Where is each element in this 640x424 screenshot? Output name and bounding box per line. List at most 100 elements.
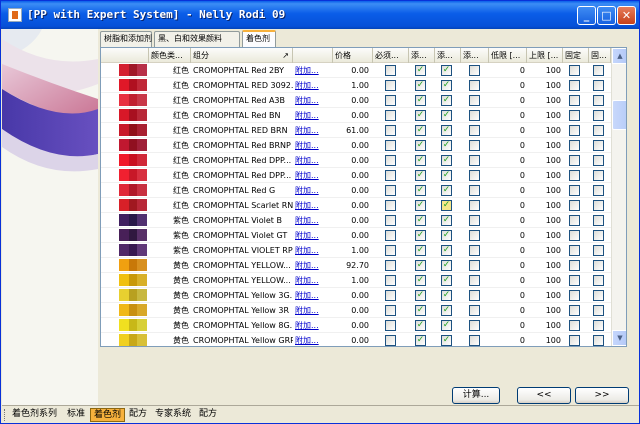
checkbox-fixed[interactable] xyxy=(569,140,580,151)
checkbox-fixed2[interactable] xyxy=(593,95,604,106)
checkbox-required[interactable] xyxy=(385,260,396,271)
checkbox-required[interactable] xyxy=(385,140,396,151)
table-row[interactable]: 黄色 CROMOPHTAL YELLOW... 附加... 1.00 ✓ ✓ 0 100 xyxy=(101,273,611,288)
checkbox-add3[interactable] xyxy=(469,185,480,196)
scroll-thumb[interactable] xyxy=(612,100,626,130)
checkbox-fixed2[interactable] xyxy=(593,290,604,301)
checkbox-add1[interactable]: ✓ xyxy=(415,275,426,286)
checkbox-add2[interactable]: ✓ xyxy=(441,95,452,106)
checkbox-add1[interactable]: ✓ xyxy=(415,230,426,241)
scroll-down-icon[interactable]: ▼ xyxy=(612,330,626,346)
tab-resins[interactable]: 树脂和添加剂 xyxy=(100,31,152,47)
table-row[interactable]: 黄色 CROMOPHTAL Yellow 3R 附加... 0.00 ✓ ✓ 0 100 xyxy=(101,303,611,318)
nav-formula-2[interactable]: 配方 xyxy=(196,408,220,422)
table-row[interactable]: 紫色 CROMOPHTAL Violet GT 附加... 0.00 ✓ ✓ 0 100 xyxy=(101,228,611,243)
tab-colorants[interactable]: 着色剂 xyxy=(242,30,276,47)
cell-attach-link[interactable]: 附加... xyxy=(295,213,331,228)
checkbox-required[interactable] xyxy=(385,305,396,316)
checkbox-add2[interactable]: ✓ xyxy=(441,215,452,226)
checkbox-add3[interactable] xyxy=(469,245,480,256)
vertical-scrollbar[interactable]: ▲ ▼ xyxy=(611,48,626,346)
column-header-high-limit[interactable]: 上限 [... xyxy=(527,48,563,63)
cell-attach-link[interactable]: 附加... xyxy=(295,153,331,168)
checkbox-fixed2[interactable] xyxy=(593,335,604,346)
table-row[interactable]: 黄色 CROMOPHTAL Yellow 3G... 附加... 0.00 ✓ ✓ 0 100 xyxy=(101,288,611,303)
checkbox-add1[interactable]: ✓ xyxy=(415,125,426,136)
table-row[interactable]: 红色 CROMOPHTAL Red DPP... 附加... 0.00 ✓ ✓ 0 100 xyxy=(101,168,611,183)
checkbox-fixed2[interactable] xyxy=(593,170,604,181)
checkbox-add2[interactable]: ✓ xyxy=(441,185,452,196)
column-header-add1[interactable]: 添... xyxy=(409,48,435,63)
checkbox-fixed[interactable] xyxy=(569,110,580,121)
tab-pigments[interactable]: 黑、白和效果颜料 xyxy=(154,31,240,47)
checkbox-required[interactable] xyxy=(385,170,396,181)
cell-attach-link[interactable]: 附加... xyxy=(295,93,331,108)
checkbox-required[interactable] xyxy=(385,155,396,166)
checkbox-add2[interactable]: ✓ xyxy=(441,65,452,76)
scroll-up-icon[interactable]: ▲ xyxy=(612,48,626,64)
checkbox-add3[interactable] xyxy=(469,140,480,151)
checkbox-add1[interactable]: ✓ xyxy=(415,215,426,226)
column-header-color-type[interactable]: 颜色类... xyxy=(149,48,191,63)
column-header-component[interactable]: 组分 ↗ xyxy=(191,48,293,63)
checkbox-add3[interactable] xyxy=(469,290,480,301)
cell-attach-link[interactable]: 附加... xyxy=(295,303,331,318)
checkbox-fixed2[interactable] xyxy=(593,275,604,286)
column-header-add2[interactable]: 添... xyxy=(435,48,461,63)
table-row[interactable]: 红色 CROMOPHTAL Red G 附加... 0.00 ✓ ✓ 0 100 xyxy=(101,183,611,198)
cell-attach-link[interactable]: 附加... xyxy=(295,288,331,303)
checkbox-add1[interactable]: ✓ xyxy=(415,65,426,76)
table-row[interactable]: 黄色 CROMOPHTAL Yellow GRP 附加... 0.00 ✓ ✓ 0 100 xyxy=(101,333,611,346)
prev-button[interactable]: << xyxy=(517,387,571,404)
column-header-add3[interactable]: 添... xyxy=(461,48,489,63)
cell-attach-link[interactable]: 附加... xyxy=(295,78,331,93)
checkbox-add1[interactable]: ✓ xyxy=(415,170,426,181)
table-row[interactable]: 红色 CROMOPHTAL Red DPP... 附加... 0.00 ✓ ✓ 0 100 xyxy=(101,153,611,168)
checkbox-add3[interactable] xyxy=(469,260,480,271)
checkbox-add3[interactable] xyxy=(469,200,480,211)
cell-attach-link[interactable]: 附加... xyxy=(295,333,331,346)
checkbox-required[interactable] xyxy=(385,275,396,286)
checkbox-fixed[interactable] xyxy=(569,275,580,286)
checkbox-required[interactable] xyxy=(385,65,396,76)
checkbox-add3[interactable] xyxy=(469,125,480,136)
table-row[interactable]: 红色 CROMOPHTAL Red 2BY 附加... 0.00 ✓ ✓ 0 100 xyxy=(101,63,611,78)
nav-standard[interactable]: 标准 xyxy=(64,408,88,422)
column-header-price[interactable]: 价格 xyxy=(333,48,373,63)
minimize-button[interactable]: _ xyxy=(577,6,596,25)
cell-attach-link[interactable]: 附加... xyxy=(295,228,331,243)
checkbox-fixed[interactable] xyxy=(569,125,580,136)
checkbox-fixed[interactable] xyxy=(569,65,580,76)
checkbox-fixed[interactable] xyxy=(569,290,580,301)
checkbox-required[interactable] xyxy=(385,230,396,241)
table-row[interactable]: 红色 CROMOPHTAL Scarlet RN 附加... 0.00 ✓ ✓ 0 100 xyxy=(101,198,611,213)
nav-formula[interactable]: 配方 xyxy=(126,408,150,422)
checkbox-add2[interactable]: ✓ xyxy=(441,200,452,211)
checkbox-fixed2[interactable] xyxy=(593,125,604,136)
table-row[interactable]: 黄色 CROMOPHTAL YELLOW... 附加... 92.70 ✓ ✓ 0 100 xyxy=(101,258,611,273)
cell-attach-link[interactable]: 附加... xyxy=(295,108,331,123)
checkbox-fixed[interactable] xyxy=(569,80,580,91)
cell-attach-link[interactable]: 附加... xyxy=(295,198,331,213)
checkbox-add2[interactable]: ✓ xyxy=(441,290,452,301)
checkbox-add1[interactable]: ✓ xyxy=(415,320,426,331)
column-header-low-limit[interactable]: 低限 [... xyxy=(489,48,527,63)
checkbox-add1[interactable]: ✓ xyxy=(415,155,426,166)
checkbox-add1[interactable]: ✓ xyxy=(415,110,426,121)
cell-attach-link[interactable]: 附加... xyxy=(295,258,331,273)
checkbox-add2[interactable]: ✓ xyxy=(441,320,452,331)
checkbox-required[interactable] xyxy=(385,95,396,106)
checkbox-add1[interactable]: ✓ xyxy=(415,290,426,301)
cell-attach-link[interactable]: 附加... xyxy=(295,273,331,288)
close-button[interactable]: ✕ xyxy=(617,6,636,25)
checkbox-add2[interactable]: ✓ xyxy=(441,305,452,316)
checkbox-fixed[interactable] xyxy=(569,320,580,331)
next-button[interactable]: >> xyxy=(575,387,629,404)
column-header-fixed2[interactable]: 固... xyxy=(589,48,611,63)
checkbox-required[interactable] xyxy=(385,245,396,256)
checkbox-fixed[interactable] xyxy=(569,245,580,256)
title-bar[interactable]: [PP with Expert System] - Nelly Rodi 09 … xyxy=(1,1,639,29)
column-header-required[interactable]: 必须... xyxy=(373,48,409,63)
checkbox-fixed[interactable] xyxy=(569,305,580,316)
checkbox-fixed2[interactable] xyxy=(593,245,604,256)
